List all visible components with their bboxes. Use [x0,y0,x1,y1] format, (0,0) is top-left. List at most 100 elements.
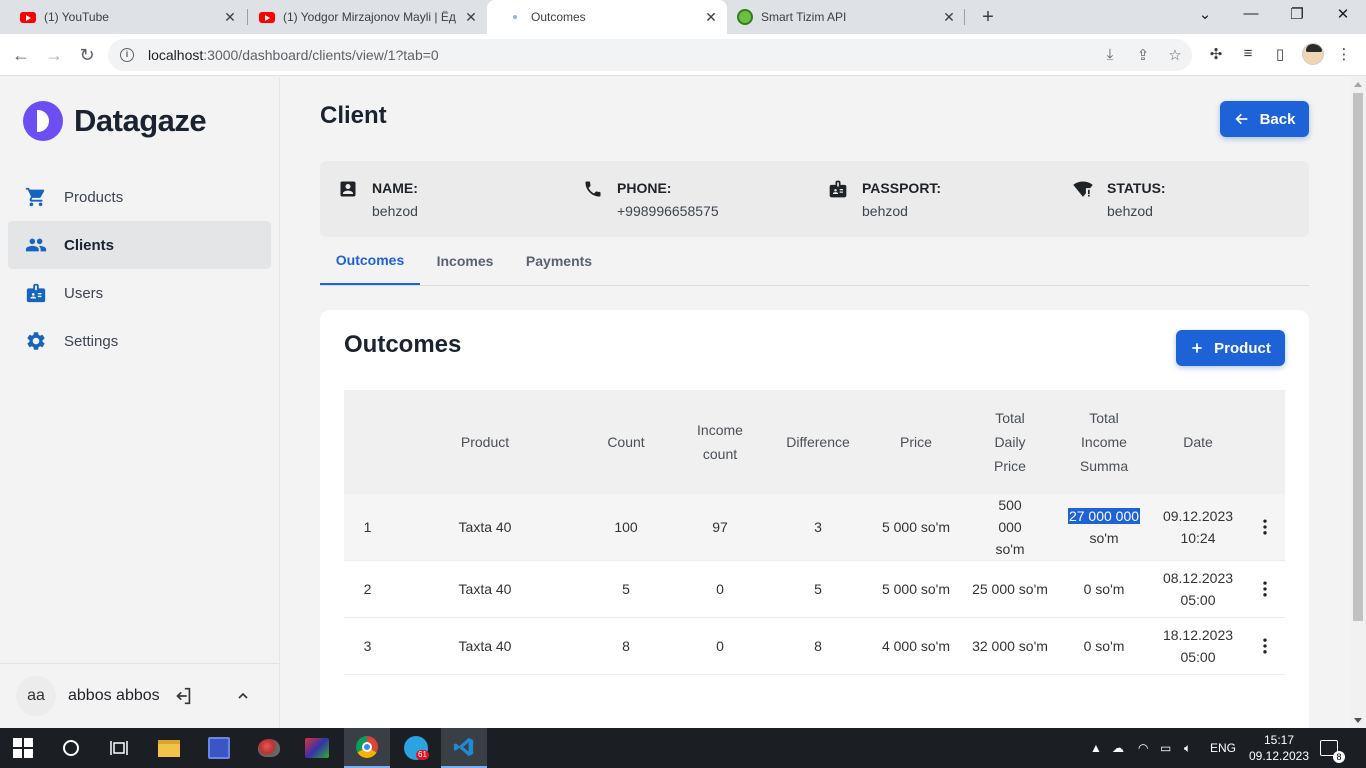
game-app-icon[interactable] [294,728,340,768]
install-icon[interactable]: ⤓ [1101,46,1119,64]
tab-outcomes[interactable]: Outcomes [320,237,420,285]
user-panel: aa abbos abbos [0,663,280,728]
cell-total-income-summa: 0 so'm [1057,617,1151,675]
table-row[interactable]: 2 Taxta 40 5 0 5 5 000 so'm 25 000 so'm … [344,560,1285,618]
chrome-icon[interactable] [344,728,390,768]
sidebar-item-products[interactable]: Products [8,173,271,221]
add-product-button[interactable]: Product [1176,330,1285,366]
id-badge-icon [828,179,850,201]
bookmark-star-icon[interactable]: ☆ [1166,46,1184,64]
badge-icon [24,281,48,305]
back-button[interactable]: Back [1220,101,1309,137]
cell-product: Taxta 40 [391,494,579,561]
forward-arrow-icon[interactable]: → [42,43,66,67]
volume-icon[interactable]: 🔈︎ [1184,728,1191,768]
table-row[interactable]: 3 Taxta 40 8 0 8 4 000 so'm 32 000 so'm … [344,617,1285,675]
extensions-icon[interactable]: ✣ [1206,45,1226,65]
cell-total-income-summa: 0 so'm [1057,560,1151,618]
youtube-icon [20,9,36,25]
more-vert-icon[interactable] [1255,636,1275,656]
task-view-icon[interactable] [96,728,142,768]
cell-actions [1245,617,1285,675]
close-tab-icon[interactable]: ✕ [463,9,479,25]
close-window-button[interactable]: ✕ [1333,5,1353,23]
avatar[interactable]: aa [16,676,56,716]
minimize-button[interactable]: — [1241,5,1261,22]
cell-difference: 5 [767,560,869,618]
cell-count: 5 [579,560,673,618]
sidebar-item-users[interactable]: Users [8,269,271,317]
unit-text: so'm [1095,638,1125,654]
browser-tab-youtube-video[interactable]: (1) Yodgor Mirzajonov Mayli | Ёд ✕ [239,0,487,34]
search-icon[interactable] [48,728,94,768]
share-icon[interactable]: ⇪ [1134,46,1152,64]
phone-icon [583,179,605,201]
page-scrollbar[interactable] [1350,77,1366,728]
loading-dot-icon [507,9,523,25]
side-panel-icon[interactable]: ▯ [1270,45,1290,65]
profile-avatar[interactable] [1302,43,1324,65]
more-vert-icon[interactable] [1255,517,1275,537]
back-arrow-icon[interactable]: ← [9,43,33,67]
taskbar-clock[interactable]: 15:17 09.12.2023 [1244,732,1314,764]
logout-icon[interactable] [172,685,194,707]
cell-product: Taxta 40 [391,560,579,618]
menu-icon[interactable]: ⋮ [1334,45,1354,65]
youtube-icon [259,9,275,25]
battery-icon[interactable]: ▭ [1160,728,1171,768]
swagger-icon [737,9,753,25]
save-app-icon[interactable] [196,728,242,768]
brand-name: Datagaze [74,103,207,138]
site-info-icon[interactable]: i [120,48,134,62]
tab-title: (1) YouTube [44,10,109,24]
sidebar-item-label: Settings [64,332,119,350]
close-tab-icon[interactable]: ✕ [941,9,957,25]
file-explorer-icon[interactable] [146,728,192,768]
contact-card-icon [338,179,360,201]
new-tab-button[interactable]: + [977,6,999,29]
browser-tab-outcomes[interactable]: Outcomes ✕ [487,0,727,34]
reload-icon[interactable]: ↻ [75,43,99,67]
tab-search-icon[interactable]: ⌄ [1195,5,1215,23]
sidebar-item-settings[interactable]: Settings [8,317,271,365]
main-content: Client Back NAME: behzod PHONE: +9989966… [280,77,1350,728]
windows-start-icon[interactable] [0,728,46,768]
paint-app-icon[interactable] [246,728,292,768]
language-indicator[interactable]: ENG [1210,728,1236,768]
media-controls-icon[interactable]: ≡ [1238,45,1258,65]
cell-index: 3 [344,617,391,675]
more-vert-icon[interactable] [1255,579,1275,599]
scrollbar-thumb[interactable] [1353,93,1363,621]
logo[interactable]: Datagaze [23,101,207,141]
notification-center-icon[interactable]: 8 [1320,728,1345,768]
telegram-icon[interactable]: 61 [393,728,439,768]
close-tab-icon[interactable]: ✕ [703,9,719,25]
info-value: behzod [372,203,418,219]
unit-text: so'm [1095,581,1125,597]
column-header-product: Product [460,434,510,450]
sidebar-item-clients[interactable]: Clients [8,221,271,269]
info-label: NAME: [372,180,418,196]
cell-difference: 3 [767,494,869,561]
app: Datagaze Products Clients Users Settings… [0,77,1350,728]
browser-tab-swagger[interactable]: Smart Tizim API ✕ [727,0,965,34]
tab-incomes[interactable]: Incomes [424,237,506,285]
show-hidden-icons[interactable]: ▲ [1090,728,1102,768]
browser-tab-youtube[interactable]: (1) YouTube ✕ [0,0,246,34]
table-row[interactable]: 1 Taxta 40 100 97 3 5 000 so'm 500 000 s… [344,494,1285,561]
scroll-up-icon[interactable] [1354,82,1362,87]
address-bar[interactable]: i localhost:3000/dashboard/clients/view/… [108,39,1192,71]
unit-text: so'm [1089,530,1119,546]
cell-actions [1245,560,1285,618]
scroll-down-icon[interactable] [1354,718,1362,723]
url-text: localhost:3000/dashboard/clients/view/1?… [148,47,439,63]
close-tab-icon[interactable]: ✕ [222,9,238,25]
restore-button[interactable]: ❐ [1287,5,1307,23]
plus-icon [1192,343,1202,353]
network-icon[interactable]: ◠ [1138,728,1148,768]
vscode-icon[interactable] [441,728,487,768]
info-label: PASSPORT: [862,180,942,196]
onedrive-icon[interactable]: ☁ [1112,728,1124,768]
chevron-up-icon[interactable] [235,688,251,704]
tab-payments[interactable]: Payments [516,237,602,285]
